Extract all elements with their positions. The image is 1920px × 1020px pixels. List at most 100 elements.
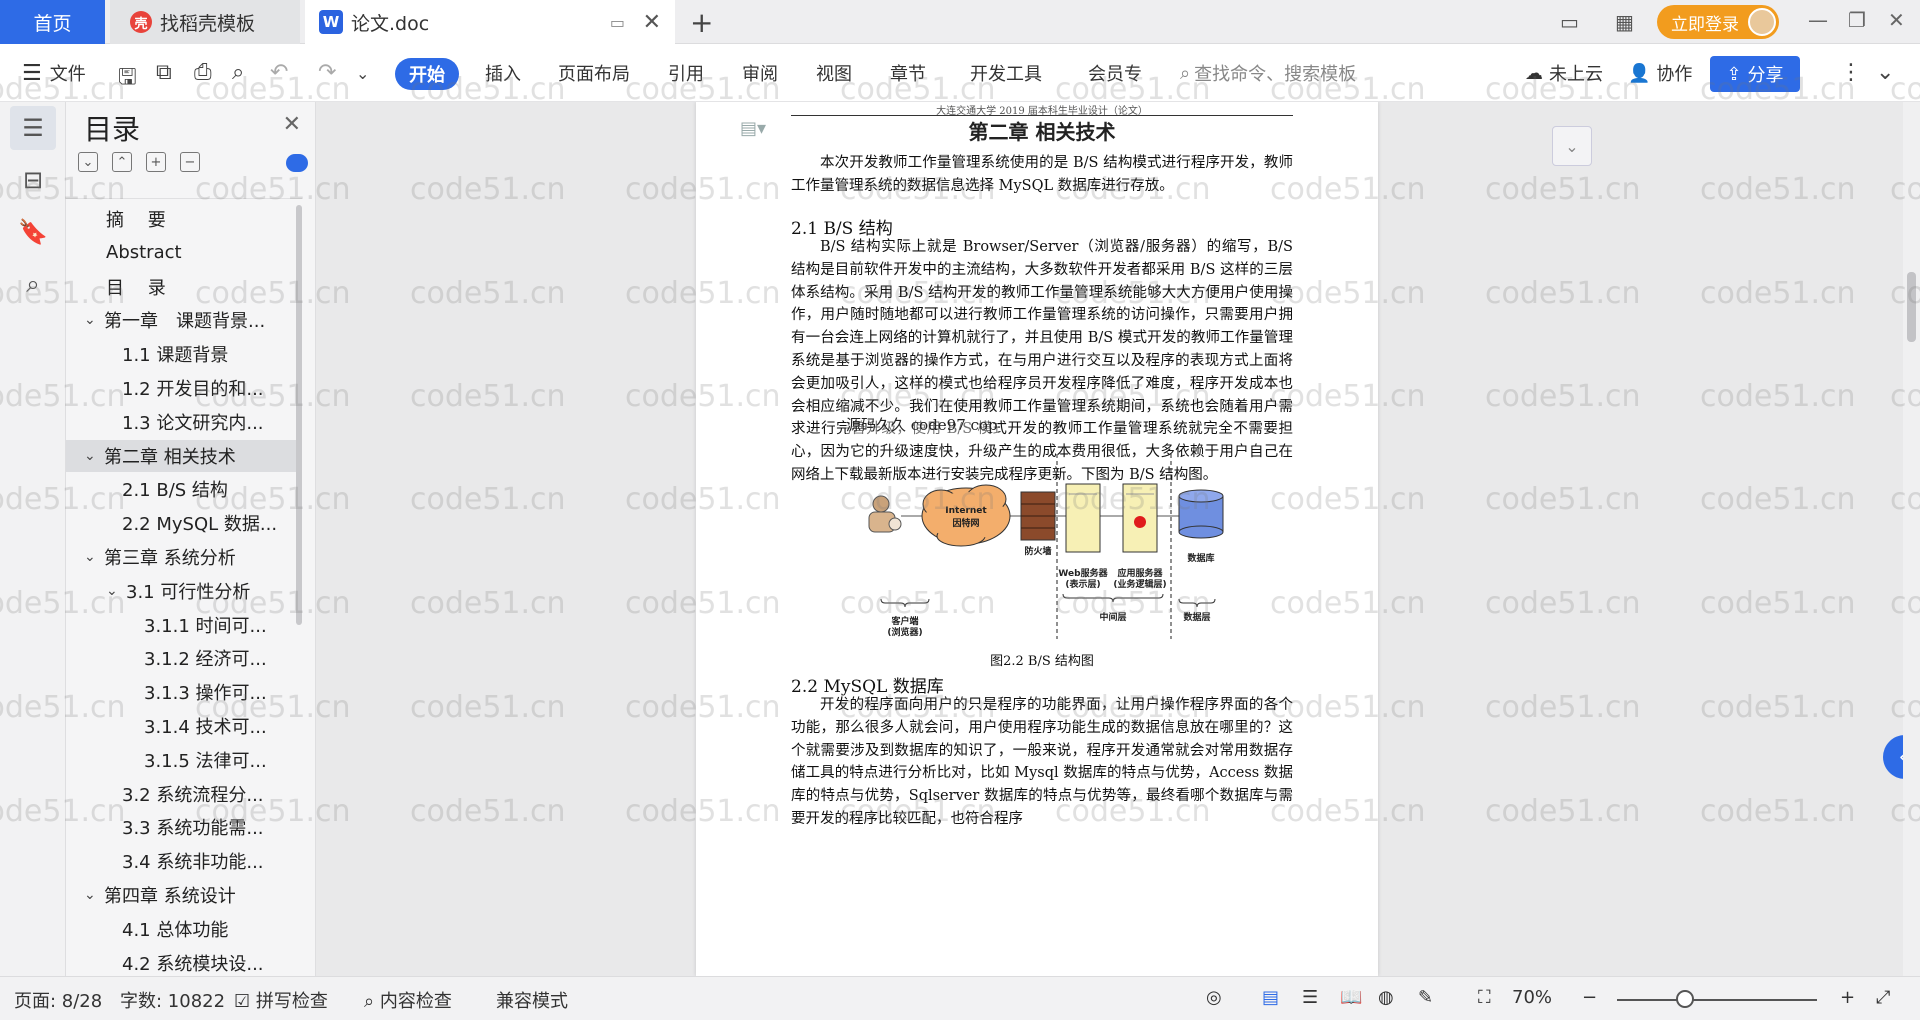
- toc-item-label: 3.1.2 经济可...: [144, 649, 267, 671]
- close-tab-icon[interactable]: ✕: [643, 10, 661, 35]
- page-view-icon[interactable]: ▤: [1262, 987, 1279, 1008]
- chevron-down-icon[interactable]: ⌄: [84, 448, 104, 464]
- fit-page-icon[interactable]: ⛶: [1478, 987, 1491, 1008]
- export-icon[interactable]: ⧉: [156, 60, 172, 85]
- tab-templates-label: 找稻壳模板: [160, 12, 256, 35]
- minimize-icon[interactable]: —: [1808, 8, 1828, 32]
- toc-item-label: 2.2 MySQL 数据...: [122, 514, 278, 536]
- page-indicator[interactable]: 页面: 8/28: [14, 987, 102, 1013]
- toc-item[interactable]: 1.3 论文研究内...: [66, 406, 302, 438]
- toc-item[interactable]: ⌄ 第四章 系统设计: [66, 879, 302, 911]
- spell-check-button[interactable]: ☑ 拼写检查: [234, 987, 328, 1013]
- toc-item[interactable]: ⌄ 第三章 系统分析: [66, 541, 302, 573]
- annotate-icon[interactable]: ✎: [1418, 987, 1433, 1008]
- toc-item[interactable]: 3.3 系统功能需...: [66, 811, 302, 843]
- restore-icon[interactable]: ❐: [1848, 8, 1866, 32]
- bookmark-icon[interactable]: 🔖: [10, 210, 56, 254]
- tab-templates[interactable]: 壳 找稻壳模板: [110, 0, 300, 44]
- chevron-down-icon[interactable]: ⌄: [356, 64, 369, 83]
- more-icon[interactable]: ⋮: [1840, 60, 1862, 85]
- zoom-slider[interactable]: [1617, 999, 1817, 1001]
- zoom-out-icon[interactable]: −: [1582, 987, 1597, 1008]
- tab-document[interactable]: W 论文.doc ▭ ✕: [305, 0, 675, 44]
- close-icon[interactable]: ✕: [283, 112, 301, 137]
- toc-item[interactable]: 3.4 系统非功能...: [66, 845, 302, 877]
- remove-heading-icon[interactable]: −: [180, 152, 200, 172]
- collab-button[interactable]: 👤 协作: [1628, 44, 1692, 102]
- toc-panel-icon[interactable]: ☰: [10, 106, 56, 150]
- toc-item[interactable]: 3.1.5 法律可...: [66, 744, 302, 776]
- tab-insert[interactable]: 插入: [485, 44, 521, 102]
- pin-window-icon[interactable]: ▭: [610, 13, 625, 32]
- database-icon: 数据库: [1178, 489, 1224, 564]
- outline-view-icon[interactable]: ☰: [1302, 987, 1318, 1008]
- cloud-status[interactable]: ☁ 未上云: [1525, 44, 1603, 102]
- page-options-icon[interactable]: ▤▾: [740, 118, 766, 139]
- collapse-ribbon-icon[interactable]: ⌄: [1876, 60, 1894, 85]
- save-icon[interactable]: 🖫: [118, 60, 137, 98]
- tab-page-layout[interactable]: 页面布局: [558, 44, 630, 102]
- content-check-button[interactable]: ⌕ 内容检查: [364, 987, 452, 1013]
- toc-item[interactable]: 目 录: [66, 271, 302, 303]
- print-icon[interactable]: ⎙: [194, 60, 212, 85]
- find-icon[interactable]: ⌕: [10, 262, 56, 306]
- chevron-down-icon[interactable]: ⌄: [84, 887, 104, 903]
- expand-all-icon[interactable]: ⌄: [78, 152, 98, 172]
- toc-item[interactable]: 1.1 课题背景: [66, 338, 302, 370]
- window-layout-icon[interactable]: ▭: [1560, 10, 1579, 34]
- document-page[interactable]: 大连交通大学 2019 届本科生毕业设计（论文） 第二章 相关技术 本次开发教师…: [696, 102, 1378, 976]
- toc-item[interactable]: ⌄ 第一章 课题背景...: [66, 304, 302, 336]
- vertical-scrollbar[interactable]: [1903, 102, 1920, 976]
- tab-home[interactable]: 首页: [0, 0, 105, 44]
- tab-references[interactable]: 引用: [668, 44, 704, 102]
- toc-item[interactable]: ⌄ 第二章 相关技术: [66, 439, 302, 472]
- eye-protection-icon[interactable]: ◎: [1206, 987, 1222, 1008]
- collapse-all-icon[interactable]: ⌃: [112, 152, 132, 172]
- command-search[interactable]: ⌕ 查找命令、搜索模板: [1180, 44, 1356, 102]
- fullscreen-icon[interactable]: ⤢: [1876, 987, 1890, 1008]
- toc-item[interactable]: 2.1 B/S 结构: [66, 473, 302, 505]
- toc-item[interactable]: 摘 要: [66, 203, 302, 235]
- chevron-down-icon[interactable]: ⌄: [84, 549, 104, 565]
- zoom-level[interactable]: 70%: [1512, 987, 1552, 1008]
- file-menu[interactable]: ☰ 文件: [22, 44, 86, 102]
- toc-item[interactable]: ⌄ 3.1 可行性分析: [66, 575, 302, 607]
- toc-item[interactable]: 4.2 系统模块设...: [66, 947, 302, 976]
- redo-icon[interactable]: ↷: [318, 60, 336, 85]
- toc-item[interactable]: 1.2 开发目的和...: [66, 372, 302, 404]
- tab-view[interactable]: 视图: [816, 44, 852, 102]
- web-view-icon[interactable]: ◍: [1378, 987, 1394, 1008]
- new-tab-button[interactable]: +: [690, 6, 713, 39]
- tab-developer[interactable]: 开发工具: [970, 44, 1042, 102]
- scrollbar-thumb[interactable]: [1907, 272, 1916, 342]
- word-count[interactable]: 字数: 10822: [120, 987, 225, 1013]
- toc-scrollbar[interactable]: [296, 205, 302, 625]
- tab-member[interactable]: 会员专: [1088, 44, 1142, 102]
- toc-item[interactable]: 3.1.4 技术可...: [66, 710, 302, 742]
- tab-start[interactable]: 开始: [395, 58, 459, 90]
- tab-review[interactable]: 审阅: [742, 44, 778, 102]
- close-window-icon[interactable]: ✕: [1888, 8, 1905, 32]
- navigation-icon[interactable]: ⊟: [10, 158, 56, 202]
- toc-item[interactable]: Abstract: [66, 237, 302, 269]
- toc-item[interactable]: 3.2 系统流程分...: [66, 778, 302, 810]
- toc-item[interactable]: 3.1.3 操作可...: [66, 676, 302, 708]
- print-preview-icon[interactable]: ⌕: [232, 60, 244, 85]
- zoom-slider-knob[interactable]: [1676, 990, 1694, 1008]
- toc-item[interactable]: 3.1.2 经济可...: [66, 642, 302, 674]
- chevron-down-icon[interactable]: ⌄: [106, 583, 126, 599]
- toc-item[interactable]: 2.2 MySQL 数据...: [66, 507, 302, 539]
- ai-toc-icon[interactable]: [286, 154, 308, 172]
- apps-grid-icon[interactable]: ▦: [1615, 10, 1634, 34]
- login-button[interactable]: 立即登录: [1657, 5, 1779, 39]
- tab-chapter[interactable]: 章节: [890, 44, 926, 102]
- chevron-down-icon[interactable]: ⌄: [84, 312, 104, 328]
- toc-item[interactable]: 4.1 总体功能: [66, 913, 302, 945]
- read-view-icon[interactable]: 📖: [1340, 987, 1362, 1008]
- add-heading-icon[interactable]: +: [146, 152, 166, 172]
- undo-icon[interactable]: ↶: [270, 60, 288, 85]
- float-toolbar-icon[interactable]: ⌄: [1552, 126, 1592, 166]
- zoom-in-icon[interactable]: +: [1840, 987, 1855, 1008]
- toc-item[interactable]: 3.1.1 时间可...: [66, 609, 302, 641]
- share-button[interactable]: ⇪ 分享: [1710, 56, 1800, 92]
